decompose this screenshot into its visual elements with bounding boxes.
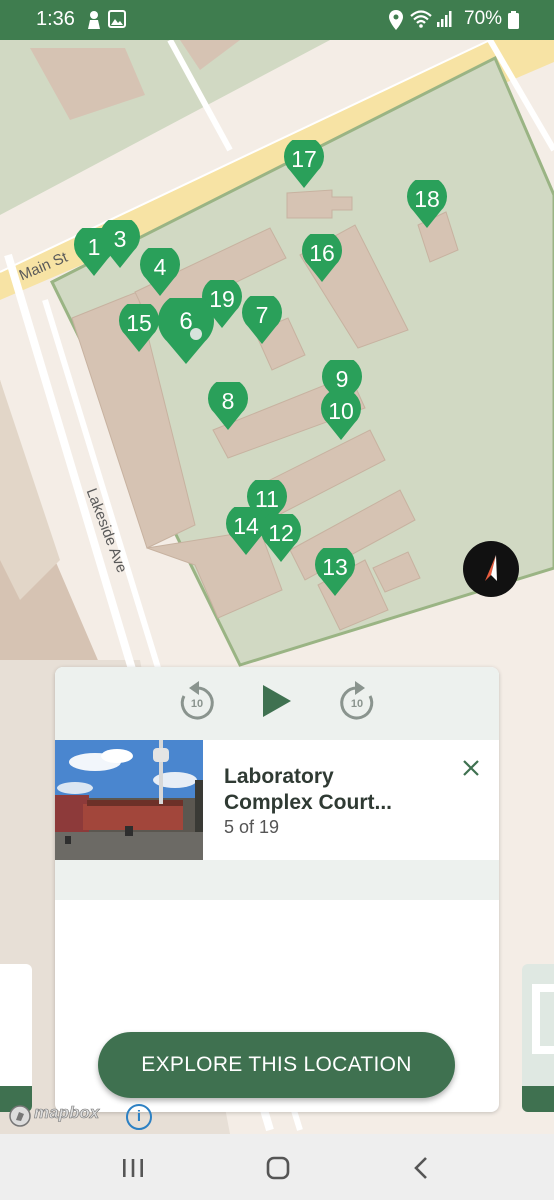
map-marker-label: 8 bbox=[221, 387, 235, 414]
map-marker-label: 18 bbox=[414, 185, 440, 212]
map-marker-8[interactable]: 8 bbox=[208, 381, 248, 430]
map-marker-label: 12 bbox=[268, 519, 294, 546]
home-icon bbox=[266, 1156, 290, 1180]
close-icon bbox=[463, 760, 479, 776]
home-button[interactable] bbox=[261, 1151, 295, 1185]
stop-thumbnail bbox=[55, 740, 203, 860]
map-marker-label: 13 bbox=[322, 553, 348, 580]
location-icon bbox=[389, 10, 403, 35]
recent-apps-button[interactable] bbox=[116, 1151, 150, 1185]
map-marker-label: 10 bbox=[328, 397, 354, 424]
map-marker-10[interactable]: 10 bbox=[321, 391, 361, 440]
map-marker-label: 4 bbox=[153, 253, 167, 280]
status-time: 1:36 bbox=[36, 8, 75, 30]
map-marker-4[interactable]: 4 bbox=[140, 247, 180, 296]
mapbox-icon bbox=[9, 1105, 31, 1127]
status-bar: 1:36 70% bbox=[0, 0, 554, 40]
notification-icon bbox=[86, 10, 102, 35]
battery-percentage: 70% bbox=[464, 8, 503, 29]
close-button[interactable] bbox=[457, 754, 485, 782]
play-icon bbox=[263, 685, 291, 717]
stop-title: Laboratory Complex Court... bbox=[224, 764, 444, 816]
stop-count: 5 of 19 bbox=[224, 817, 280, 837]
map-marker-18[interactable]: 18 bbox=[407, 179, 447, 228]
battery-icon bbox=[508, 11, 519, 34]
map-marker-7[interactable]: 7 bbox=[242, 295, 282, 344]
play-button[interactable] bbox=[253, 679, 297, 725]
mapbox-logo[interactable]: mapbox bbox=[8, 1103, 99, 1133]
stop-title-line-2: Complex Court... bbox=[224, 791, 393, 814]
forward-label: 10 bbox=[350, 698, 364, 710]
wifi-icon bbox=[410, 10, 432, 33]
map-marker-label: 6 bbox=[179, 308, 193, 336]
stop-summary[interactable]: Laboratory Complex Court... 5 of 19 bbox=[55, 740, 499, 860]
map-marker-12[interactable]: 12 bbox=[261, 513, 301, 562]
stop-title-line-1: Laboratory bbox=[224, 765, 334, 788]
map-marker-16[interactable]: 16 bbox=[302, 233, 342, 282]
image-icon bbox=[108, 10, 126, 33]
explore-location-button[interactable]: EXPLORE THIS LOCATION bbox=[98, 1032, 455, 1098]
map-marker-6[interactable]: 6 bbox=[158, 298, 214, 365]
map-marker-label: 17 bbox=[291, 145, 317, 172]
attribution-info-button[interactable]: i bbox=[126, 1104, 152, 1130]
back-icon bbox=[414, 1157, 427, 1179]
audio-controls: 10 10 bbox=[55, 667, 499, 740]
forward-10-button[interactable]: 10 bbox=[335, 679, 379, 725]
next-stop-card[interactable] bbox=[522, 964, 554, 1112]
mapbox-wordmark: mapbox bbox=[34, 1103, 100, 1123]
card-divider-band bbox=[55, 860, 499, 900]
map-marker-label: 7 bbox=[255, 301, 269, 328]
compass-icon bbox=[485, 555, 497, 581]
back-button[interactable] bbox=[405, 1151, 439, 1185]
compass-button[interactable] bbox=[463, 541, 519, 597]
map-marker-15[interactable]: 15 bbox=[119, 303, 159, 352]
signal-icon bbox=[436, 10, 454, 33]
map-marker-17[interactable]: 17 bbox=[284, 139, 324, 188]
map-marker-13[interactable]: 13 bbox=[315, 547, 355, 596]
recents-icon bbox=[123, 1159, 143, 1177]
map-marker-label: 3 bbox=[113, 225, 127, 252]
map-marker-14[interactable]: 14 bbox=[226, 506, 266, 555]
map-marker-3[interactable]: 3 bbox=[100, 219, 140, 268]
map-marker-label: 14 bbox=[233, 512, 259, 539]
rewind-label: 10 bbox=[190, 698, 204, 710]
system-nav-bar bbox=[0, 1134, 554, 1200]
map-marker-label: 16 bbox=[309, 239, 335, 266]
next-stop-thumbnail bbox=[532, 984, 554, 1054]
rewind-10-button[interactable]: 10 bbox=[175, 679, 219, 725]
map-marker-label: 15 bbox=[126, 309, 152, 336]
previous-stop-card[interactable] bbox=[0, 964, 32, 1112]
map-marker-label: 9 bbox=[335, 365, 349, 392]
